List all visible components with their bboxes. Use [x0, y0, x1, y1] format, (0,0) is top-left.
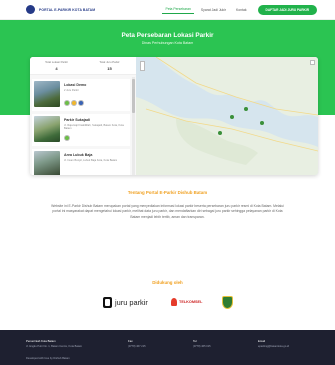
telkomsel-logo: TELKOMSEL — [171, 298, 202, 306]
map-canvas — [136, 57, 318, 175]
support-title: Didukung oleh — [152, 280, 183, 285]
parking-marker[interactable] — [244, 107, 248, 111]
footer-phone: Tel (0778) 465 015 — [193, 339, 211, 348]
hero-title: Peta Persebaran Lokasi Parkir — [121, 32, 214, 39]
list-item[interactable]: Lokasi Demo 2 Juru Parkir — [32, 79, 130, 111]
avatar — [64, 135, 70, 141]
main-nav: Peta Persebaran Syarat Jadi Jukir Kontak… — [162, 4, 317, 15]
location-photo — [34, 116, 60, 142]
location-desc: Jl. Imam Bonjol, Lubuk Baja Kota, Kota B… — [64, 159, 118, 162]
stat-label: Total Lokasi Parkir — [45, 60, 68, 64]
stat-total-locations: Total Lokasi Parkir 4 — [30, 57, 83, 74]
location-title: Parkir Sukajadi — [64, 118, 90, 122]
list-scrollbar[interactable] — [132, 77, 135, 175]
footer-label: Tel — [193, 339, 197, 343]
location-desc: 2 Juru Parkir — [64, 89, 79, 92]
telkomsel-wordmark: TELKOMSEL — [179, 300, 203, 304]
location-desc: Jl. Raja Haji Fisabilillah, Sukajadi, Ba… — [64, 124, 124, 131]
about-title: Tentang Portal E-Parkir Dishub Batam — [127, 190, 208, 195]
nav-item-peta[interactable]: Peta Persebaran — [162, 5, 194, 14]
juru-parkir-wordmark: juru parkir — [115, 298, 148, 307]
jukir-avatars — [64, 135, 70, 141]
zoom-control[interactable] — [140, 61, 145, 71]
footer-address: Pemerintah Kota Batam Jl. Engku Putri No… — [26, 339, 82, 348]
stat-total-jukir: Total Juru Parkir 15 — [83, 57, 136, 74]
avatar — [78, 100, 84, 106]
footer-label: Fax — [128, 339, 133, 343]
brand-name: PORTAL E-PARKIR KOTA BATAM — [39, 7, 96, 12]
location-panel: Total Lokasi Parkir 4 Total Juru Parkir … — [30, 57, 136, 175]
brand-logo-icon — [26, 5, 35, 14]
location-photo — [34, 81, 60, 107]
nav-item-kontak[interactable]: Kontak — [233, 6, 250, 14]
footer-email: Email eparking@batamkota.go.id — [258, 339, 289, 348]
telkomsel-icon — [171, 298, 177, 306]
fullscreen-icon[interactable] — [310, 60, 315, 65]
parking-icon — [103, 297, 112, 308]
brand[interactable]: PORTAL E-PARKIR KOTA BATAM — [26, 5, 95, 14]
footer-value: (0778) 465 015 — [193, 345, 211, 348]
nav-item-syarat[interactable]: Syarat Jadi Jukir — [198, 6, 229, 14]
list-item[interactable]: Parkir Sukajadi Jl. Raja Haji Fisabilill… — [32, 114, 130, 146]
batam-emblem-icon — [222, 296, 233, 309]
footer-label: Pemerintah Kota Batam — [26, 339, 56, 343]
list-item[interactable]: Area Lubuk Baja Jl. Imam Bonjol, Lubuk B… — [32, 149, 130, 175]
developer-credit: Developed with love by Dishub Batam — [26, 357, 70, 360]
avatar — [64, 100, 70, 106]
stats-bar: Total Lokasi Parkir 4 Total Juru Parkir … — [30, 57, 136, 75]
footer: Pemerintah Kota Batam Jl. Engku Putri No… — [0, 330, 335, 365]
parking-marker[interactable] — [230, 115, 234, 119]
register-button[interactable]: DAFTAR JADI JURU PARKIR — [257, 4, 317, 15]
top-navbar: PORTAL E-PARKIR KOTA BATAM Peta Persebar… — [0, 0, 335, 20]
location-title: Area Lubuk Baja — [64, 153, 93, 157]
stat-value: 15 — [107, 66, 112, 71]
location-list: Lokasi Demo 2 Juru Parkir Parkir Sukajad… — [30, 77, 132, 175]
footer-value: (0778) 467 215 — [128, 345, 146, 348]
footer-value: Jl. Engku Putri No. 1, Batam Centre, Kot… — [26, 345, 83, 348]
footer-value[interactable]: eparking@batamkota.go.id — [258, 345, 289, 348]
map-view[interactable] — [136, 57, 318, 175]
map-card: Total Lokasi Parkir 4 Total Juru Parkir … — [30, 57, 318, 175]
juru-parkir-logo: juru parkir — [103, 297, 148, 308]
about-text: Website ini E-Parkir Dishub Batam merupa… — [51, 204, 284, 219]
hero-subtitle: Dinas Perhubungan Kota Batam — [141, 41, 194, 45]
stat-label: Total Juru Parkir — [99, 60, 120, 64]
parking-marker[interactable] — [218, 131, 222, 135]
scroll-thumb[interactable] — [132, 79, 135, 113]
location-title: Lokasi Demo — [64, 83, 87, 87]
stat-value: 4 — [55, 66, 58, 71]
parking-marker[interactable] — [260, 121, 264, 125]
avatar — [71, 100, 77, 106]
jukir-avatars — [64, 100, 84, 106]
location-photo — [34, 151, 60, 175]
footer-fax: Fax (0778) 467 215 — [128, 339, 146, 348]
footer-label: Email — [258, 339, 265, 343]
sponsor-logos: juru parkir TELKOMSEL — [0, 296, 335, 311]
